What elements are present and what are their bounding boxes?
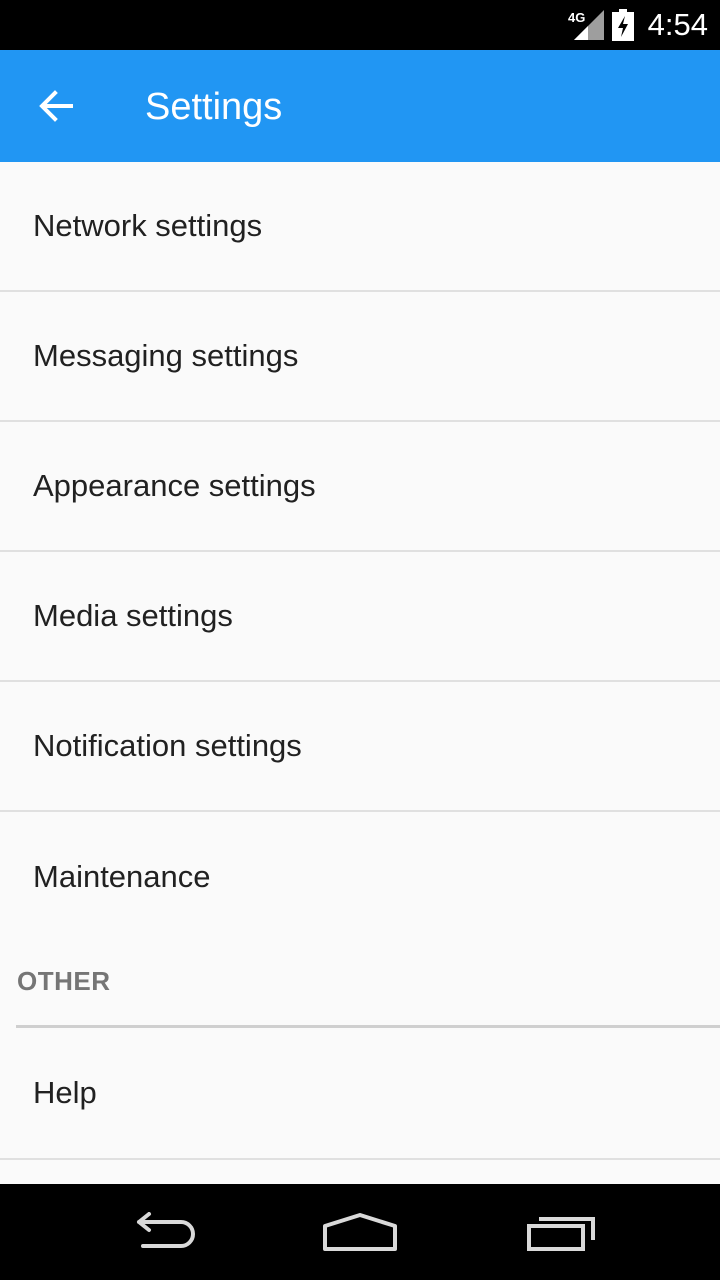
home-nav-icon bbox=[323, 1213, 397, 1251]
section-header-other: OTHER bbox=[0, 942, 720, 1028]
signal-icon bbox=[574, 10, 604, 40]
nav-back-button[interactable] bbox=[110, 1202, 210, 1262]
back-button[interactable] bbox=[20, 70, 92, 142]
nav-home-button[interactable] bbox=[310, 1202, 410, 1262]
arrow-left-icon bbox=[39, 90, 73, 122]
recents-nav-icon bbox=[527, 1217, 595, 1251]
list-item-appearance-settings[interactable]: Appearance settings bbox=[0, 422, 720, 552]
list-item-help[interactable]: Help bbox=[0, 1028, 720, 1160]
list-item-label: Notification settings bbox=[33, 728, 302, 763]
list-item-label: Messaging settings bbox=[33, 338, 299, 373]
list-item-maintenance[interactable]: Maintenance bbox=[0, 812, 720, 942]
app-bar: Settings bbox=[0, 50, 720, 162]
list-item-label: Help bbox=[33, 1075, 97, 1110]
list-item-label: Network settings bbox=[33, 208, 263, 243]
list-item-label: Appearance settings bbox=[33, 468, 316, 503]
page-title: Settings bbox=[145, 86, 283, 128]
list-item-label: Media settings bbox=[33, 598, 233, 633]
list-item-media-settings[interactable]: Media settings bbox=[0, 552, 720, 682]
list-item-label: Maintenance bbox=[33, 859, 211, 894]
nav-recents-button[interactable] bbox=[512, 1202, 612, 1262]
list-item-messaging-settings[interactable]: Messaging settings bbox=[0, 292, 720, 422]
battery-charging-icon bbox=[612, 9, 634, 41]
back-nav-icon bbox=[137, 1212, 195, 1248]
status-bar: 4G 4:54 bbox=[0, 0, 720, 50]
section-header-label: OTHER bbox=[17, 966, 111, 996]
list-item-notification-settings[interactable]: Notification settings bbox=[0, 682, 720, 812]
status-clock: 4:54 bbox=[647, 7, 708, 42]
list-item-network-settings[interactable]: Network settings bbox=[0, 162, 720, 292]
navigation-bar bbox=[0, 1184, 720, 1280]
settings-list: Network settings Messaging settings Appe… bbox=[0, 162, 720, 1160]
